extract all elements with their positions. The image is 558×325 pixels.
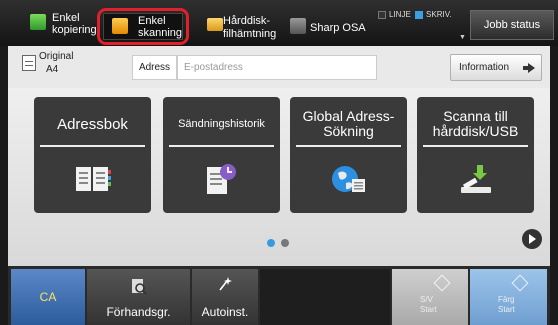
folder-icon xyxy=(207,18,223,31)
print-status-text: SKRIV. xyxy=(426,10,452,19)
tile-scan-to-hdd-usb[interactable]: Scanna till hårddisk/USB xyxy=(417,97,534,213)
job-status-button[interactable]: Jobb status xyxy=(470,10,554,40)
information-button[interactable]: Information xyxy=(450,54,542,81)
print-indicator-icon xyxy=(415,10,424,19)
original-label[interactable]: Original xyxy=(39,51,73,62)
tile-scan-to-hdd-usb-label: Scanna till hårddisk/USB xyxy=(423,103,528,147)
main-panel: Adressbok Sändningshistorik Global Adres… xyxy=(8,88,550,266)
address-tab[interactable]: Adress xyxy=(132,55,177,80)
mode-easy-copy[interactable]: Enkel kopiering xyxy=(30,8,97,40)
address-row: Original A4 Adress Information xyxy=(8,46,550,88)
information-button-label: Information xyxy=(459,62,510,73)
color-start-button[interactable]: Färg Start xyxy=(470,269,547,325)
history-icon xyxy=(207,164,236,194)
preview-label: Förhandsgr. xyxy=(106,305,171,319)
preview-button[interactable]: Förhandsgr. xyxy=(87,269,190,325)
highlight-ring xyxy=(97,8,189,45)
line-print-status: LINJE SKRIV. xyxy=(376,10,452,19)
mode-hdd-retrieve-label: Hårddisk- filhämtning xyxy=(223,15,277,40)
original-document-icon xyxy=(22,55,36,71)
auto-settings-icon xyxy=(219,277,232,291)
line-status-text: LINJE xyxy=(389,10,411,19)
bw-start-label: S/V Start xyxy=(420,295,437,314)
mode-sharp-osa-label: Sharp OSA xyxy=(310,22,366,34)
color-start-label: Färg Start xyxy=(498,295,515,314)
ca-button[interactable]: CA xyxy=(11,269,85,325)
mode-bar: Enkel kopiering Enkel skanning Hårddisk-… xyxy=(0,0,558,46)
mode-easy-copy-label: Enkel kopiering xyxy=(52,12,97,36)
tile-address-book-label: Adressbok xyxy=(40,103,145,147)
tile-global-address-search-label: Global Adress- Sökning xyxy=(296,103,401,147)
auto-settings-button[interactable]: Autoinst. xyxy=(192,269,258,325)
line-indicator-icon xyxy=(378,10,386,19)
tile-global-address-search[interactable]: Global Adress- Sökning xyxy=(290,97,407,213)
bw-start-button[interactable]: S/V Start xyxy=(392,269,468,325)
scanner-screen: Enkel kopiering Enkel skanning Hårddisk-… xyxy=(0,0,558,325)
mode-sharp-osa[interactable]: Sharp OSA xyxy=(290,8,370,40)
original-size[interactable]: A4 xyxy=(46,64,58,75)
start-diamond-icon xyxy=(511,274,529,292)
arrow-right-icon xyxy=(523,63,535,73)
tile-send-history[interactable]: Sändningshistorik xyxy=(163,97,280,213)
tile-address-book[interactable]: Adressbok xyxy=(34,97,151,213)
next-page-button[interactable] xyxy=(522,229,542,249)
preview-icon xyxy=(132,279,147,295)
bottom-empty-slot xyxy=(260,269,390,325)
usb-icon xyxy=(461,165,491,193)
email-address-input[interactable] xyxy=(177,55,377,80)
global-search-icon xyxy=(332,166,365,192)
copy-mode-icon xyxy=(30,14,46,30)
page-dot-active[interactable] xyxy=(267,239,275,247)
page-indicator xyxy=(267,234,295,252)
small-dropdown-icon: ▼ xyxy=(459,34,466,41)
mode-hdd-retrieve[interactable]: Hårddisk- filhämtning xyxy=(207,8,279,40)
address-book-icon xyxy=(76,167,111,191)
osa-icon xyxy=(290,18,306,34)
tile-send-history-label: Sändningshistorik xyxy=(169,103,274,147)
bottom-bar: CA Förhandsgr. Autoinst. S/V Start Färg … xyxy=(8,266,550,325)
page-dot-inactive[interactable] xyxy=(281,239,289,247)
start-diamond-icon xyxy=(433,274,451,292)
auto-settings-label: Autoinst. xyxy=(201,305,249,319)
